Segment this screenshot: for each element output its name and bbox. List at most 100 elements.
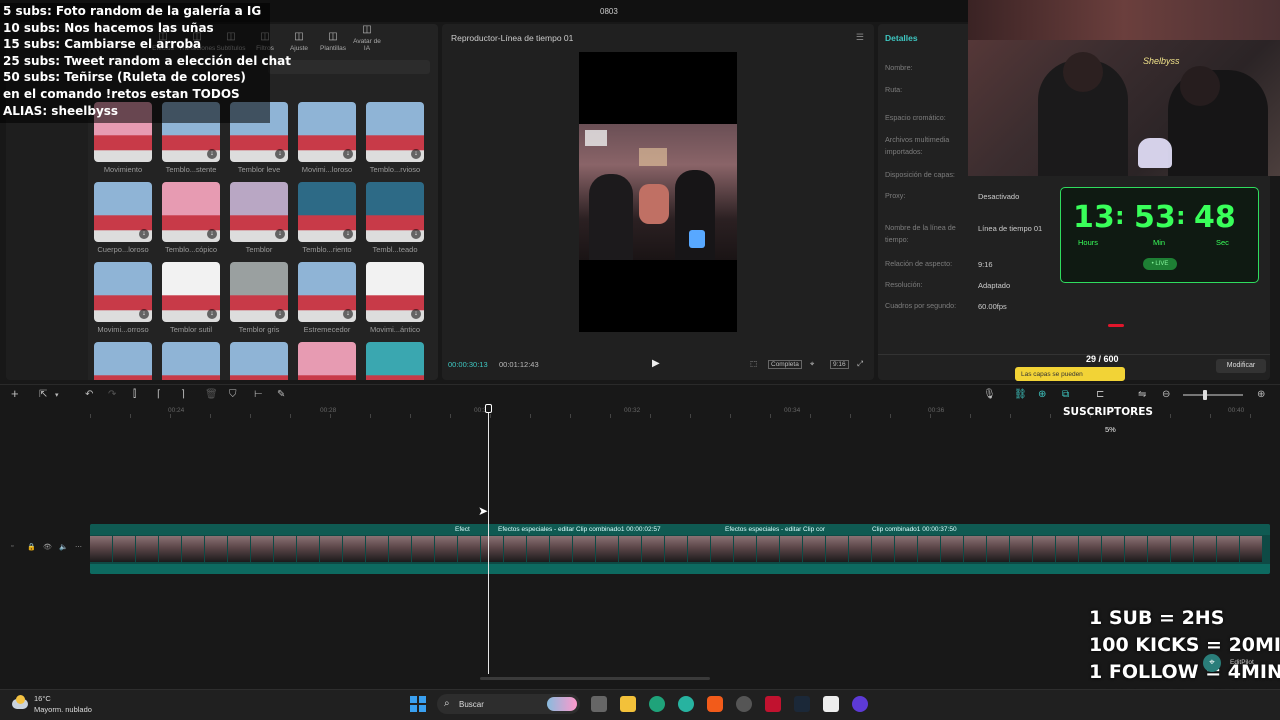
effect-thumbnail[interactable]: ↓ [230, 342, 288, 380]
timeline-scrollbar[interactable] [480, 677, 710, 680]
preview-axis-icon[interactable]: ⊏ [1096, 389, 1104, 400]
effect-thumbnail[interactable]: ↓ [230, 182, 288, 242]
download-icon[interactable]: ↓ [275, 309, 285, 319]
magnet-icon[interactable]: ⊕ [1038, 389, 1046, 400]
select-tool-icon[interactable]: ⇱ [39, 389, 47, 400]
file-explorer-icon[interactable] [620, 696, 636, 712]
zoom-in-icon[interactable]: ⊕ [1257, 389, 1265, 400]
download-icon[interactable]: ↓ [275, 229, 285, 239]
download-icon[interactable]: ↓ [343, 229, 353, 239]
download-icon[interactable]: ↓ [207, 309, 217, 319]
effect-thumbnail[interactable]: ↓ [366, 342, 424, 380]
compare-icon[interactable]: ⇋ [1138, 389, 1146, 400]
clip-frame [412, 536, 434, 562]
download-icon[interactable]: ↓ [139, 309, 149, 319]
more-icon[interactable]: ⋯ [75, 543, 82, 551]
brave-icon[interactable] [707, 696, 723, 712]
download-icon[interactable]: ↓ [411, 309, 421, 319]
taskbar-search[interactable]: ⌕ Buscar [437, 694, 580, 714]
zoom-out-icon[interactable]: ⊖ [1162, 389, 1170, 400]
tab-avatar-de-ia[interactable]: ◫ Avatar de IA [350, 25, 384, 53]
clip-frame [1010, 536, 1032, 562]
effect-thumbnail[interactable]: ↓ [298, 342, 356, 380]
clip-frame [665, 536, 687, 562]
clip-frame [642, 536, 664, 562]
player-title: Reproductor-Línea de tiempo 01 [451, 33, 574, 43]
eye-icon[interactable]: 👁 [43, 543, 52, 551]
capcut-icon[interactable] [823, 696, 839, 712]
freeze-icon[interactable]: ⊢ [254, 389, 263, 400]
task-view-icon[interactable] [591, 696, 607, 712]
tab-ajuste[interactable]: ◫ Ajuste [282, 26, 316, 53]
effect-thumbnail[interactable]: ↓ [298, 262, 356, 322]
edge-icon[interactable] [649, 696, 665, 712]
media-player-icon[interactable] [852, 696, 868, 712]
snap-icon[interactable]: ⧉ [1062, 389, 1069, 400]
trim-right-icon[interactable]: ⌉ [181, 389, 185, 400]
marker-icon[interactable]: ⛉ [229, 389, 237, 400]
edit-icon[interactable]: ✎ [277, 389, 285, 400]
ruler-label: 00:34 [784, 407, 801, 414]
tab-plantillas[interactable]: ◫ Plantillas [316, 26, 350, 53]
browser-icon[interactable] [678, 696, 694, 712]
chevron-down-icon[interactable]: ▾ [55, 391, 59, 399]
download-icon[interactable]: ↓ [207, 149, 217, 159]
video-preview[interactable] [579, 52, 737, 332]
video-track[interactable]: Efect Efectos especiales - editar Clip co… [90, 524, 1270, 574]
download-icon[interactable]: ↓ [411, 229, 421, 239]
download-icon[interactable]: ↓ [275, 149, 285, 159]
effect-thumbnail[interactable]: ↓ [162, 182, 220, 242]
effect-thumbnail[interactable]: ↓ [366, 262, 424, 322]
download-icon[interactable]: ↓ [139, 229, 149, 239]
effect-thumbnail[interactable]: ↓ [94, 182, 152, 242]
download-icon[interactable]: ↓ [343, 309, 353, 319]
effect-thumbnail[interactable]: ↓ [162, 342, 220, 380]
download-icon[interactable]: ↓ [343, 149, 353, 159]
modify-button[interactable]: Modificar [1216, 359, 1266, 373]
effect-thumbnail[interactable]: ↓ [366, 182, 424, 242]
lock-icon[interactable]: 🔒 [27, 543, 36, 551]
effect-thumbnail[interactable]: ↓ [162, 262, 220, 322]
link-icon[interactable]: ⛓ [1014, 389, 1027, 400]
effect-thumbnail[interactable]: ↓ [230, 262, 288, 322]
effect-thumbnail[interactable]: ↓ [94, 342, 152, 380]
effect-thumbnail[interactable]: ↓ [298, 102, 356, 162]
windows-start-icon[interactable] [410, 696, 426, 712]
effect-label: Movimiento [103, 165, 143, 174]
effect-thumbnail[interactable]: ↓ [298, 182, 356, 242]
crop-icon[interactable]: ⬚ [750, 359, 757, 368]
effect-thumbnail[interactable]: ↓ [366, 102, 424, 162]
play-icon[interactable]: ▶ [652, 358, 660, 369]
download-icon[interactable]: ↓ [411, 149, 421, 159]
add-icon[interactable]: + [11, 386, 19, 401]
redo-icon[interactable]: ↷ [108, 389, 116, 400]
weather-desc: Mayorm. nublado [34, 705, 92, 714]
clip-frame [711, 536, 733, 562]
steam-icon[interactable] [794, 696, 810, 712]
davinci-icon[interactable] [765, 696, 781, 712]
clip-frame [573, 536, 595, 562]
cloud-icon[interactable] [12, 695, 28, 711]
download-icon[interactable]: ↓ [207, 229, 217, 239]
aspect-ratio-button[interactable]: 9:16 [830, 360, 849, 369]
menu-icon[interactable]: ☰ [856, 32, 864, 43]
split-icon[interactable]: ⫿ [133, 389, 136, 400]
detail-value: Adaptado [978, 281, 1011, 290]
focus-icon[interactable]: ⌖ [810, 359, 814, 369]
editpilot-icon[interactable]: ⌖ [1203, 654, 1221, 672]
full-quality-button[interactable]: Completa [768, 360, 802, 369]
fullscreen-icon[interactable]: ⤢ [857, 359, 863, 369]
undo-icon[interactable]: ↶ [85, 389, 93, 400]
playhead[interactable] [485, 404, 492, 674]
track-cover-icon[interactable]: ▫ [11, 543, 13, 550]
settings-icon[interactable] [736, 696, 752, 712]
effects-search-input[interactable] [268, 60, 430, 74]
clip-frame [389, 536, 411, 562]
mic-icon[interactable]: 🎙 [983, 389, 996, 400]
delete-icon[interactable]: 🗑 [205, 389, 218, 400]
clip-frame [1033, 536, 1055, 562]
effect-thumbnail[interactable]: ↓ [94, 262, 152, 322]
trim-left-icon[interactable]: ⌈ [157, 389, 161, 400]
volume-icon[interactable]: 🔈 [59, 543, 68, 551]
zoom-slider[interactable] [1183, 390, 1243, 400]
